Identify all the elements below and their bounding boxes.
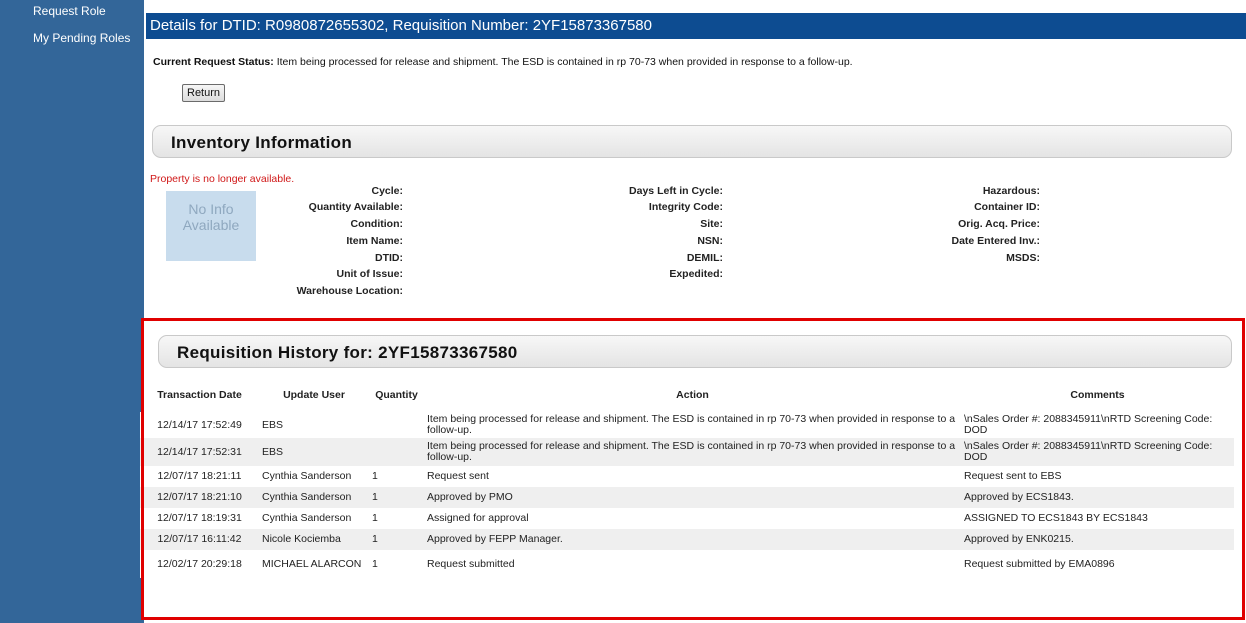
page-title: Details for DTID: R0980872655302, Requis… [146, 13, 1246, 39]
field-label: NSN: [697, 235, 723, 247]
availability-message: Property is no longer available. [150, 173, 295, 185]
field-label: Condition: [350, 218, 403, 230]
status-label: Current Request Status: [153, 56, 274, 68]
field-label: Item Name: [346, 235, 403, 247]
field-label: Warehouse Location: [296, 285, 403, 297]
sidebar-item-request-role[interactable]: Request Role [0, 2, 106, 20]
status-text: Item being processed for release and shi… [276, 56, 853, 68]
inventory-section-header: Inventory Information [152, 125, 1232, 158]
return-button[interactable]: Return [182, 84, 226, 102]
highlight-box [141, 318, 1245, 620]
request-status: Current Request Status: Item being proce… [153, 56, 853, 68]
field-label: Hazardous: [982, 185, 1040, 197]
sidebar: Request Role My Pending Roles [0, 0, 144, 623]
field-label: Days Left in Cycle: [629, 185, 723, 197]
field-label: DEMIL: [686, 252, 723, 264]
sidebar-item-my-pending-roles[interactable]: My Pending Roles [0, 29, 130, 47]
no-info-image: No Info Available [166, 191, 256, 261]
field-label: Integrity Code: [648, 201, 723, 213]
field-label: MSDS: [1006, 252, 1040, 264]
field-label: Expedited: [669, 268, 723, 280]
field-label: Container ID: [974, 201, 1040, 213]
inventory-title: Inventory Information [171, 133, 353, 152]
field-label: Unit of Issue: [336, 268, 403, 280]
field-label: Cycle: [371, 185, 403, 197]
field-label: Orig. Acq. Price: [958, 218, 1040, 230]
field-label: DTID: [375, 252, 403, 264]
field-label: Site: [700, 218, 723, 230]
field-label: Quantity Available: [308, 201, 403, 213]
page: Request Role My Pending Roles Details fo… [0, 0, 1246, 623]
field-label: Date Entered Inv.: [951, 235, 1041, 247]
